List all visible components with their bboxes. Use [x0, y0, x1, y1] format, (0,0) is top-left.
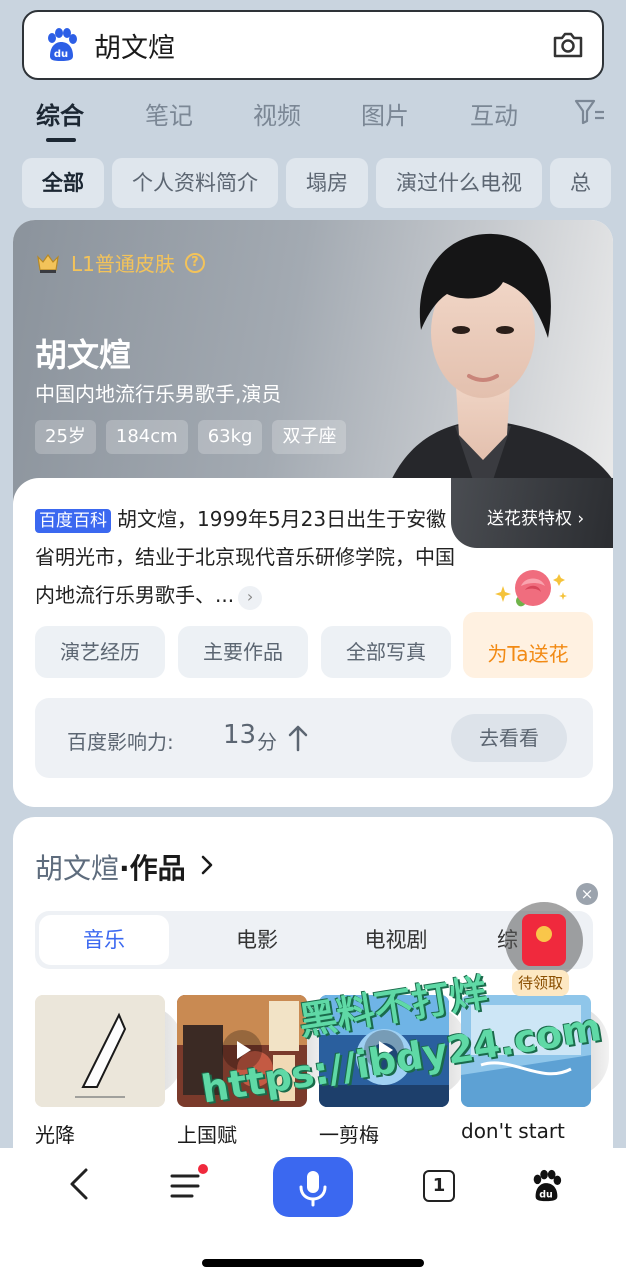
go-see-button[interactable]: 去看看 [451, 714, 567, 762]
works-heading-label: ·作品 [119, 852, 186, 885]
menu-icon[interactable] [168, 1164, 212, 1204]
skin-badge-label: L1普通皮肤 [71, 252, 175, 276]
baike-summary[interactable]: 百度百科 胡文煊，1999年5月23日出生于安徽省明光市，结业于北京现代音乐研修学… [35, 500, 455, 614]
chevron-right-icon[interactable]: › [238, 586, 263, 610]
stat-zodiac: 双子座 [272, 420, 347, 454]
stat-weight: 63kg [197, 420, 263, 454]
chip-all[interactable]: 全部 [22, 158, 104, 208]
album-cover[interactable] [319, 995, 449, 1107]
bottom-nav: 1 du [0, 1148, 626, 1280]
voice-search-button[interactable] [273, 1157, 353, 1217]
career-button[interactable]: 演艺经历 [35, 626, 165, 678]
influence-panel: 百度影响力: 13 分 去看看 [35, 698, 593, 778]
home-indicator[interactable] [202, 1259, 424, 1267]
profile-card: L1普通皮肤 ? 胡文煊 中国内地流行乐男歌手,演员 25岁 184cm 63k… [13, 220, 613, 807]
tab-images[interactable]: 图片 [361, 96, 409, 131]
works-button[interactable]: 主要作品 [178, 626, 308, 678]
chip-tv-shows[interactable]: 演过什么电视 [376, 158, 542, 208]
works-tab-music[interactable]: 音乐 [39, 915, 169, 965]
stat-height: 184cm [105, 420, 188, 454]
works-heading[interactable]: 胡文煊·作品 [35, 847, 186, 887]
influence-label: 百度影响力: [67, 730, 174, 754]
works-tab-movies[interactable]: 电影 [192, 911, 322, 969]
red-envelope-label[interactable]: 待领取 [512, 970, 570, 996]
baidu-paw-icon: du [48, 28, 77, 61]
tabs-count-icon[interactable]: 1 [423, 1170, 455, 1202]
filter-icon[interactable] [574, 98, 606, 126]
tab-videos[interactable]: 视频 [253, 96, 301, 131]
search-input[interactable]: 胡文煊 [94, 26, 550, 65]
flower-privilege-link[interactable]: 送花获特权 › [487, 504, 584, 529]
album-title[interactable]: 光降 [35, 1119, 75, 1148]
person-stats: 25岁 184cm 63kg 双子座 [35, 420, 356, 454]
album-art [35, 995, 165, 1107]
chevron-right-icon[interactable] [199, 853, 215, 877]
search-tabs: 综合 笔记 视频 图片 互动 [0, 96, 626, 142]
play-icon[interactable] [221, 1029, 263, 1071]
profile-actions: 演艺经历 主要作品 全部写真 [35, 626, 464, 678]
album-art [461, 995, 591, 1107]
album-cover[interactable] [461, 995, 591, 1107]
filter-chips: 全部 个人资料简介 塌房 演过什么电视总 [22, 158, 626, 208]
baike-badge: 百度百科 [35, 509, 111, 533]
tab-interaction[interactable]: 互动 [470, 96, 518, 131]
influence-score: 13 [223, 720, 257, 750]
album-cover[interactable] [177, 995, 307, 1107]
up-arrow-icon [288, 725, 308, 752]
tab-notes[interactable]: 笔记 [145, 96, 193, 131]
album-title[interactable]: 上国赋 [177, 1119, 237, 1148]
active-tab-indicator [46, 138, 76, 142]
album-cover[interactable] [35, 995, 165, 1107]
album-title[interactable]: 一剪梅 [319, 1119, 379, 1148]
microphone-icon [299, 1171, 327, 1207]
svg-text:du: du [539, 1189, 553, 1200]
close-icon[interactable]: × [576, 883, 598, 905]
person-name: 胡文煊 [35, 336, 132, 374]
crown-icon [37, 253, 59, 273]
chip-scandal[interactable]: 塌房 [286, 158, 368, 208]
skin-badge[interactable]: L1普通皮肤 ? [35, 248, 205, 277]
chip-profile[interactable]: 个人资料简介 [112, 158, 278, 208]
photos-button[interactable]: 全部写真 [321, 626, 451, 678]
play-icon[interactable] [363, 1029, 405, 1071]
help-icon[interactable]: ? [184, 252, 205, 273]
works-tab-tv[interactable]: 电视剧 [331, 911, 461, 969]
coin-icon [536, 926, 552, 942]
search-bar[interactable]: du 胡文煊 [22, 10, 604, 80]
works-heading-name: 胡文煊 [35, 852, 120, 885]
camera-icon[interactable] [550, 27, 586, 63]
back-icon[interactable] [64, 1164, 94, 1204]
album-title[interactable]: don't start [461, 1119, 565, 1143]
svg-text:du: du [54, 49, 68, 60]
influence-unit: 分 [257, 730, 277, 754]
tab-comprehensive[interactable]: 综合 [36, 96, 84, 131]
rose-icon [495, 570, 567, 607]
chip-more[interactable]: 总 [550, 158, 611, 208]
person-subtitle: 中国内地流行乐男歌手,演员 [35, 382, 282, 406]
baidu-paw-icon[interactable]: du [528, 1168, 564, 1204]
stat-age: 25岁 [35, 420, 96, 454]
